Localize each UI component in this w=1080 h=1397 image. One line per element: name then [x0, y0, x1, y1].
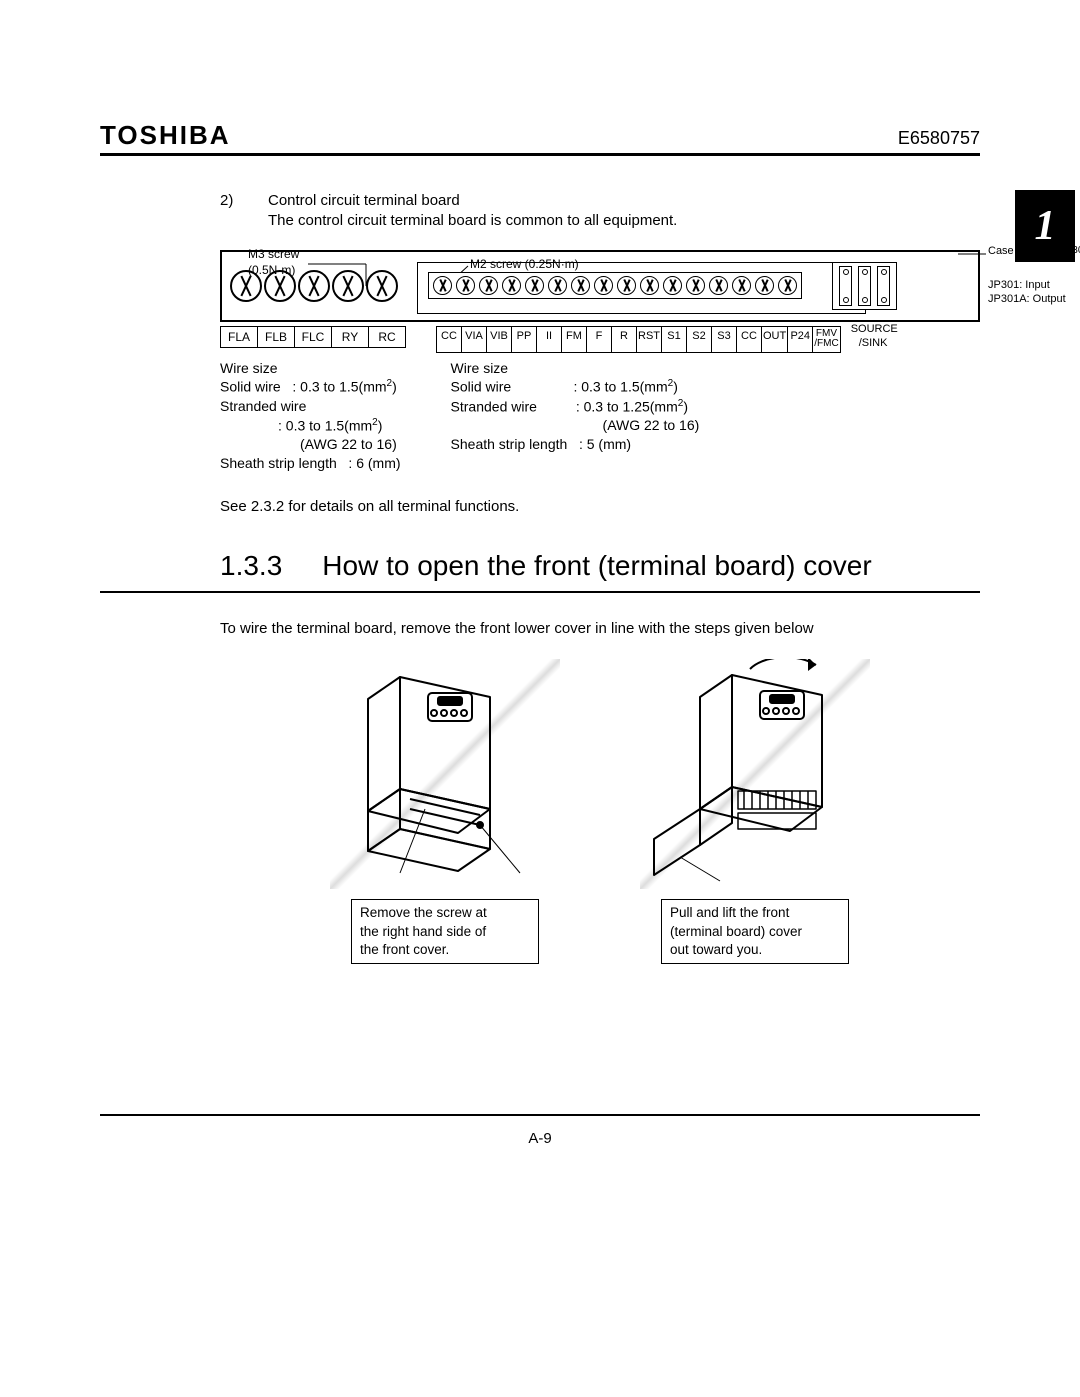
section-title-text: How to open the front (terminal board) c… — [322, 547, 871, 585]
step2-caption: Pull and lift the front (terminal board)… — [661, 899, 849, 964]
relay-terminals — [230, 270, 398, 302]
screw-terminal-icon — [548, 276, 567, 295]
screw-terminal-icon — [264, 270, 296, 302]
screw-terminal-icon — [663, 276, 682, 295]
section-lead-text: To wire the terminal board, remove the f… — [220, 619, 980, 639]
wire-size-right: Wire size Solid wire : 0.3 to 1.5(mm2) S… — [451, 359, 700, 474]
screw-terminal-icon — [640, 276, 659, 295]
screw-terminal-icon — [594, 276, 613, 295]
control-terminal-labels: CC VIA VIB PP II FM F R RST S1 S2 S3 CC … — [436, 326, 841, 353]
screw-terminal-icon — [778, 276, 797, 295]
jumper-icon — [839, 266, 852, 306]
page-footer: A-9 — [100, 1114, 980, 1147]
item-2-block: 2) Control circuit terminal board The co… — [220, 191, 980, 232]
section-heading-133: 1.3.3 How to open the front (terminal bo… — [100, 547, 980, 593]
screw-terminal-icon — [617, 276, 636, 295]
screw-terminal-icon — [456, 276, 475, 295]
screw-terminal-icon — [502, 276, 521, 295]
jumper-icon — [877, 266, 890, 306]
brand-logo: TOSHIBA — [100, 120, 231, 151]
screw-terminal-icon — [571, 276, 590, 295]
jumper-block — [832, 262, 897, 310]
control-terminals — [428, 272, 802, 299]
terminal-board-diagram: M3 screw (0.5N·m) M2 screw (0.25N·m) JP3… — [220, 250, 980, 474]
screw-terminal-icon — [230, 270, 262, 302]
jumper-icon — [858, 266, 871, 306]
screw-terminal-icon — [686, 276, 705, 295]
section-number: 1.3.3 — [220, 547, 282, 585]
case-of-sink-label: Case of SINK — [988, 244, 1080, 259]
page-number: A-9 — [528, 1130, 551, 1147]
screw-terminal-icon — [298, 270, 330, 302]
see-reference: See 2.3.2 for details on all terminal fu… — [220, 497, 980, 517]
screw-terminal-icon — [332, 270, 364, 302]
screw-terminal-icon — [366, 270, 398, 302]
screw-terminal-icon — [709, 276, 728, 295]
header: TOSHIBA E6580757 — [100, 120, 980, 156]
device-step2-illustration — [640, 659, 870, 889]
item-desc: The control circuit terminal board is co… — [268, 211, 677, 231]
wire-size-columns: Wire size Solid wire : 0.3 to 1.5(mm2) S… — [220, 359, 980, 474]
step1-caption: Remove the screw at the right hand side … — [351, 899, 539, 964]
screw-terminal-icon — [479, 276, 498, 295]
screw-terminal-icon — [525, 276, 544, 295]
diagram-frame: Case of SINK JP301: Input JP301A: Output — [220, 250, 980, 322]
source-sink-label: SOURCE /SINK — [851, 322, 898, 352]
device-step1-illustration — [330, 659, 560, 889]
wire-size-left: Wire size Solid wire : 0.3 to 1.5(mm2) S… — [220, 359, 401, 474]
screw-terminal-icon — [433, 276, 452, 295]
relay-terminal-labels: FLA FLB FLC RY RC — [220, 326, 406, 348]
screw-terminal-icon — [755, 276, 774, 295]
item-title: Control circuit terminal board — [268, 191, 677, 211]
doc-number: E6580757 — [898, 128, 980, 149]
item-number: 2) — [220, 191, 248, 232]
jp301-note: JP301: Input — [988, 278, 1080, 293]
jp301a-note: JP301A: Output — [988, 292, 1080, 307]
screw-terminal-icon — [732, 276, 751, 295]
device-illustrations: Remove the screw at the right hand side … — [220, 659, 980, 964]
